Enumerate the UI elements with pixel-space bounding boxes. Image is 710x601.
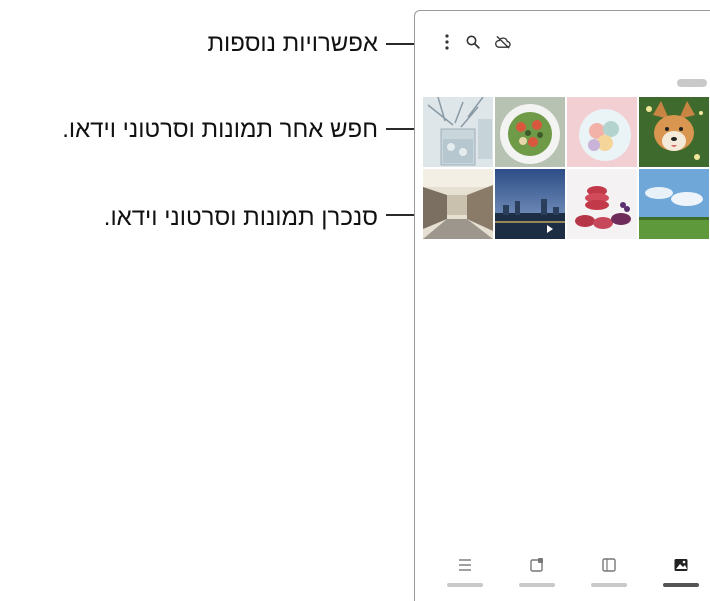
nav-item-menu[interactable]: [435, 557, 495, 597]
stories-icon: [530, 558, 543, 572]
section-label: [677, 79, 707, 87]
nav-item-albums[interactable]: [579, 557, 639, 597]
menu-icon: [459, 559, 471, 571]
thumbnail-city-video[interactable]: [495, 169, 565, 239]
bottom-navigation: [415, 549, 710, 601]
thumbnail-corgi[interactable]: [639, 97, 709, 167]
phone-screen: [414, 10, 710, 601]
nav-label-stories: [519, 583, 555, 587]
callout-sync: סנכרן תמונות וסרטוני וידאו.: [103, 204, 378, 231]
thumbnail-street[interactable]: [423, 169, 493, 239]
nav-item-pictures[interactable]: [651, 557, 710, 597]
thumbnail-macarons[interactable]: [567, 97, 637, 167]
albums-icon: [602, 558, 616, 572]
nav-item-stories[interactable]: [507, 557, 567, 597]
thumbnail-macaron-stack[interactable]: [567, 169, 637, 239]
search-icon[interactable]: [465, 33, 481, 51]
thumbnail-sky-field[interactable]: [639, 169, 709, 239]
callout-search: חפש אחר תמונות וסרטוני וידאו.: [62, 116, 378, 143]
more-options-icon[interactable]: [439, 33, 455, 51]
nav-label-albums: [591, 583, 627, 587]
callout-more-options: אפשרויות נוספות: [207, 30, 378, 57]
nav-label-pictures: [663, 583, 699, 587]
thumbnail-salad[interactable]: [495, 97, 565, 167]
cloud-sync-off-icon[interactable]: [495, 33, 511, 51]
gallery-toolbar: [415, 11, 710, 71]
pictures-icon: [674, 559, 688, 571]
thumbnail-drink[interactable]: [423, 97, 493, 167]
nav-label-menu: [447, 583, 483, 587]
